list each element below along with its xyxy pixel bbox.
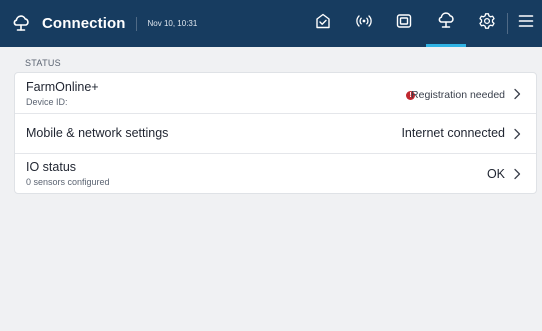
- title-divider: [135, 16, 137, 31]
- chevron-right-icon: [513, 168, 521, 180]
- nav-settings-button[interactable]: [467, 0, 507, 47]
- nav-divider: [507, 13, 508, 34]
- chevron-right-icon: [513, 88, 521, 100]
- row-farmonline[interactable]: FarmOnline+ Device ID: Registration need…: [15, 73, 536, 114]
- section-label: STATUS: [25, 58, 61, 68]
- row-title: FarmOnline+: [26, 80, 99, 94]
- datetime: Nov 10, 10:31: [147, 19, 198, 28]
- status-value: Internet connected: [401, 126, 505, 140]
- nav-device-button[interactable]: [384, 0, 424, 47]
- nav-broadcast-button[interactable]: [344, 0, 384, 47]
- status-card: FarmOnline+ Device ID: Registration need…: [14, 72, 537, 194]
- broadcast-icon: [355, 12, 373, 35]
- menu-button[interactable]: [509, 0, 542, 47]
- device-screen-icon: [395, 12, 413, 35]
- row-subtitle: Device ID:: [26, 97, 68, 107]
- cloud-icon: [11, 13, 33, 35]
- dashboard-check-icon: [314, 12, 332, 35]
- nav-dashboard-button[interactable]: [303, 0, 343, 47]
- gear-icon: [478, 12, 496, 35]
- chevron-right-icon: [513, 128, 521, 140]
- menu-icon: [518, 13, 534, 34]
- page-title: Connection: [42, 15, 126, 32]
- nav-connection-button[interactable]: [426, 0, 466, 47]
- row-title: IO status: [26, 160, 77, 174]
- cloud-icon: [436, 11, 456, 36]
- row-title: Mobile & network settings: [26, 126, 169, 140]
- status-value: OK: [486, 167, 505, 181]
- row-mobile-network[interactable]: Mobile & network settings Internet conne…: [15, 114, 536, 154]
- row-io-status[interactable]: IO status 0 sensors configured OK: [15, 154, 536, 194]
- status-value: Registration needed: [411, 89, 505, 101]
- row-subtitle: 0 sensors configured: [26, 177, 110, 187]
- top-bar: Connection Nov 10, 10:31: [0, 0, 542, 47]
